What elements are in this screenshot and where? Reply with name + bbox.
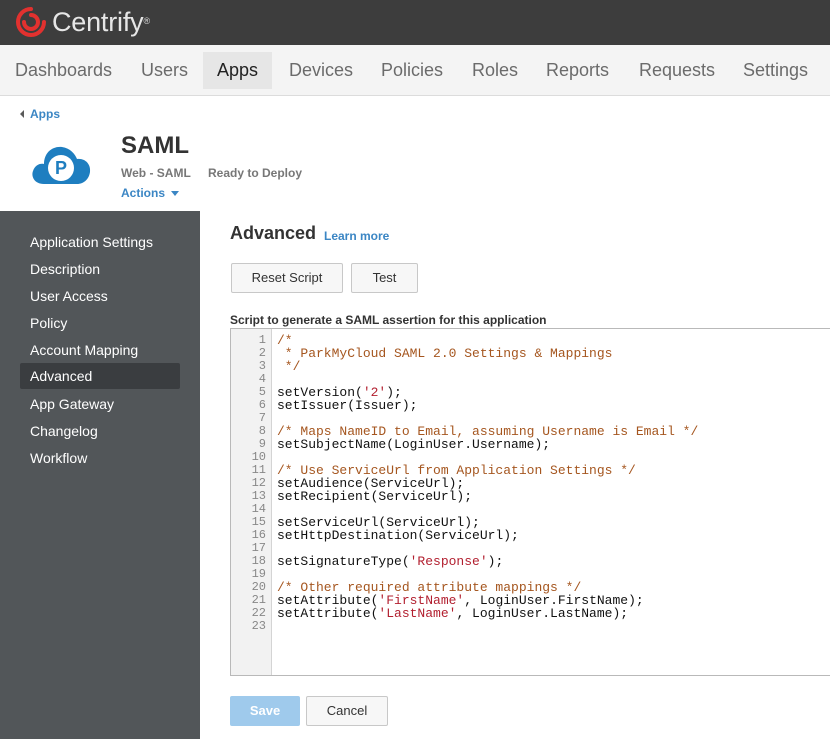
top-bar: Centrify ® (0, 0, 830, 45)
nav-tab-reports[interactable]: Reports (546, 52, 609, 89)
centrify-logo-icon (16, 7, 46, 37)
learn-more-link[interactable]: Learn more (324, 229, 389, 243)
actions-label: Actions (121, 186, 166, 200)
test-button[interactable]: Test (351, 263, 418, 293)
nav-tab-dashboards[interactable]: Dashboards (15, 52, 112, 89)
save-button[interactable]: Save (230, 696, 300, 726)
brand-name: Centrify (52, 7, 144, 37)
nav-tab-policies[interactable]: Policies (381, 52, 443, 89)
chevron-left-icon (20, 110, 24, 118)
nav-tab-requests[interactable]: Requests (639, 52, 715, 89)
sidebar-item-user-access[interactable]: User Access (20, 283, 180, 309)
app-type: Web - SAML (121, 166, 191, 180)
breadcrumb-label: Apps (30, 107, 60, 121)
centrify-logo[interactable]: Centrify ® (14, 6, 150, 39)
nav-tab-apps[interactable]: Apps (203, 52, 273, 89)
code-text: */ (277, 359, 301, 374)
brand-reg-mark: ® (143, 15, 151, 26)
breadcrumb-apps[interactable]: Apps (20, 107, 60, 121)
nav-tab-settings[interactable]: Settings (743, 52, 808, 89)
code-text: setIssuer(Issuer); (277, 398, 418, 413)
code-text: setRecipient(ServiceUrl); (277, 489, 473, 504)
sidebar-item-description[interactable]: Description (20, 256, 180, 282)
script-editor[interactable]: 1/* 2 * ParkMyCloud SAML 2.0 Settings & M… (230, 328, 830, 676)
sidebar-item-policy[interactable]: Policy (20, 310, 180, 336)
sidebar-item-workflow[interactable]: Workflow (20, 445, 180, 471)
line-number: 23 (251, 619, 266, 633)
nav-tab-roles[interactable]: Roles (472, 52, 518, 89)
sidebar-item-app-gateway[interactable]: App Gateway (20, 391, 180, 417)
app-icon-letter: P (55, 158, 67, 178)
actions-dropdown[interactable]: Actions (121, 186, 180, 200)
code-text: setAttribute('LastName', LoginUser.LastN… (277, 606, 629, 621)
section-title: Advanced (230, 223, 317, 243)
sidebar-item-account-mapping[interactable]: Account Mapping (20, 337, 180, 363)
main-nav: Dashboards Users Apps Devices Policies R… (0, 45, 830, 96)
reset-script-button[interactable]: Reset Script (231, 263, 343, 293)
script-label: Script to generate a SAML assertion for … (230, 313, 547, 327)
code-text: setHttpDestination(ServiceUrl); (277, 528, 519, 543)
code-text: * ParkMyCloud SAML 2.0 Settings & Mappin… (277, 346, 613, 361)
nav-tab-devices[interactable]: Devices (289, 52, 353, 89)
parkmycloud-cloud-icon: P (32, 146, 91, 184)
sidebar-item-changelog[interactable]: Changelog (20, 418, 180, 444)
status-text: Ready to Deploy (208, 166, 303, 180)
sidebar-item-advanced[interactable]: Advanced (20, 363, 180, 389)
cancel-button[interactable]: Cancel (306, 696, 388, 726)
chevron-down-icon (171, 190, 180, 196)
code-text: setSubjectName(LoginUser.Username); (277, 437, 551, 452)
nav-tab-users[interactable]: Users (141, 52, 188, 89)
sidebar-item-application-settings[interactable]: Application Settings (20, 229, 180, 255)
code-text: setSignatureType('Response'); (277, 554, 504, 569)
page-title: SAML (121, 132, 189, 159)
sidebar: Application Settings Description User Ac… (0, 211, 200, 739)
